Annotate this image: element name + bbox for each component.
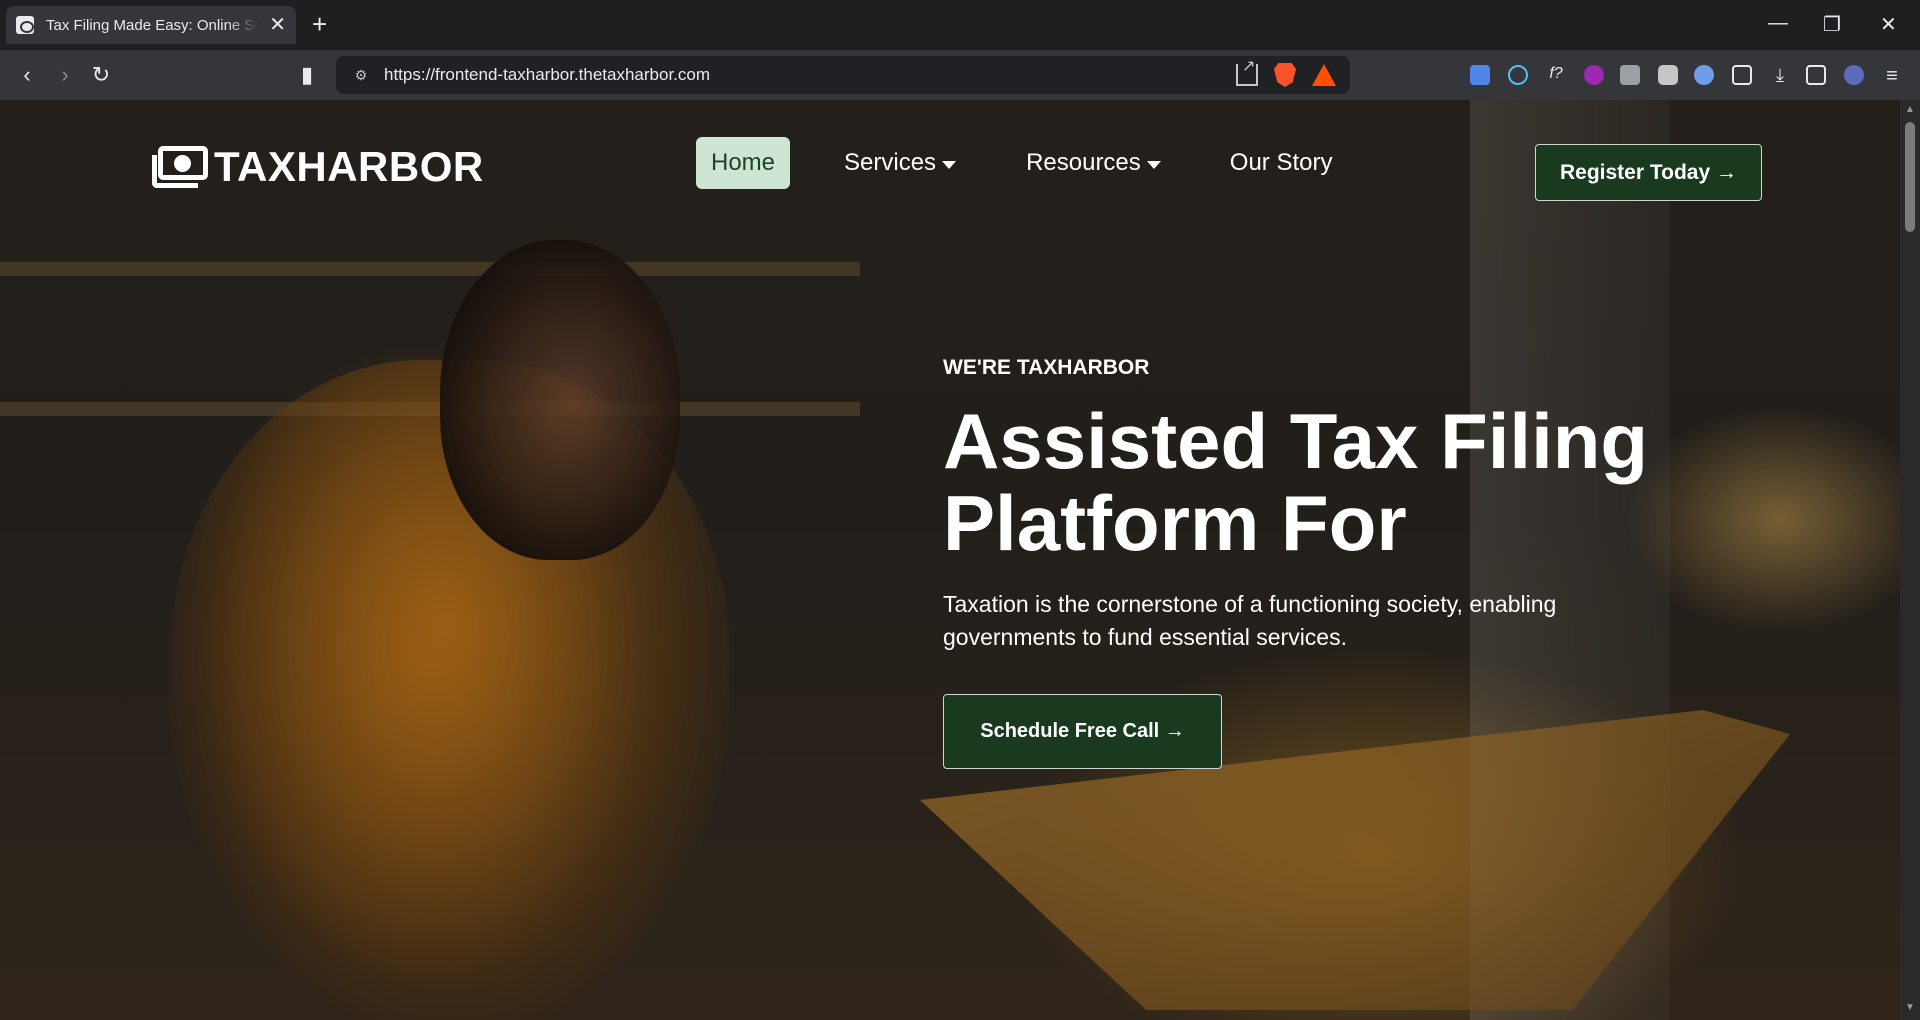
url-text[interactable]: https://frontend-taxharbor.thetaxharbor.… bbox=[384, 65, 710, 85]
hero-headline-line1: Assisted Tax Filing bbox=[943, 397, 1649, 485]
bookmark-icon[interactable]: ▮ bbox=[294, 62, 320, 88]
site-logo[interactable]: TAXHARBOR bbox=[152, 143, 484, 191]
color-picker-extension-icon[interactable] bbox=[1584, 65, 1604, 85]
caret-down-icon bbox=[942, 160, 957, 169]
close-window-button[interactable]: ✕ bbox=[1880, 12, 1897, 37]
money-icon bbox=[152, 146, 208, 188]
browser-tab[interactable]: Tax Filing Made Easy: Online Solutions ✕ bbox=[6, 6, 296, 44]
address-bar[interactable]: ⚙ https://frontend-taxharbor.thetaxharbo… bbox=[336, 56, 1350, 94]
camera-extension-icon[interactable] bbox=[1658, 65, 1678, 85]
font-extension-icon[interactable]: f? bbox=[1546, 65, 1566, 85]
nav-resources[interactable]: Resources bbox=[1026, 137, 1161, 189]
back-arrow-icon[interactable]: ‹ bbox=[14, 62, 40, 88]
site-favicon-icon bbox=[16, 16, 34, 34]
download-icon[interactable]: ⤓ bbox=[1770, 65, 1790, 85]
react-devtools-icon[interactable] bbox=[1508, 65, 1528, 85]
main-nav: Home Services Resources Our Story bbox=[696, 137, 1332, 189]
menu-icon[interactable]: ≡ bbox=[1882, 65, 1902, 87]
hero-eyebrow: WE'RE TAXHARBOR bbox=[943, 356, 1150, 379]
tab-title: Tax Filing Made Easy: Online Solutions bbox=[46, 16, 258, 34]
copy-extension-icon[interactable] bbox=[1620, 65, 1640, 85]
extension-docs-icon[interactable] bbox=[1470, 65, 1490, 85]
minimize-window-button[interactable]: — bbox=[1768, 12, 1788, 35]
nav-services-label: Services bbox=[844, 149, 937, 176]
nav-services[interactable]: Services bbox=[844, 137, 957, 189]
brave-shields-icon[interactable] bbox=[1274, 63, 1296, 87]
browser-tab-bar: Tax Filing Made Easy: Online Solutions ✕… bbox=[0, 0, 1920, 50]
hero-section: TAXHARBOR Home Services Resources Our St… bbox=[0, 100, 1900, 1020]
hero-subtext: Taxation is the cornerstone of a functio… bbox=[943, 591, 1557, 650]
close-tab-icon[interactable]: ✕ bbox=[269, 15, 286, 35]
schedule-free-call-button[interactable]: Schedule Free Call → bbox=[943, 694, 1222, 769]
sidebar-toggle-icon[interactable] bbox=[1806, 65, 1826, 85]
new-tab-button[interactable]: + bbox=[312, 10, 327, 38]
brave-rewards-icon[interactable] bbox=[1312, 64, 1336, 86]
search-extension-icon[interactable] bbox=[1694, 65, 1714, 85]
brand-name: TAXHARBOR bbox=[214, 143, 484, 190]
wallet-icon[interactable] bbox=[1844, 65, 1864, 85]
share-icon[interactable] bbox=[1236, 56, 1258, 86]
forward-arrow-icon[interactable]: › bbox=[52, 62, 78, 88]
hero-headline: Assisted Tax Filing Platform For bbox=[943, 400, 1743, 564]
hero-headline-line2: Platform For bbox=[943, 479, 1407, 567]
reload-icon[interactable]: ↻ bbox=[88, 62, 114, 88]
nav-home[interactable]: Home bbox=[696, 137, 791, 189]
caret-down-icon bbox=[1146, 160, 1161, 169]
scroll-thumb[interactable] bbox=[1905, 122, 1915, 232]
site-settings-icon[interactable]: ⚙ bbox=[346, 67, 376, 84]
nav-our-story[interactable]: Our Story bbox=[1230, 137, 1333, 189]
nav-resources-label: Resources bbox=[1026, 149, 1141, 176]
browser-toolbar: ‹ › ↻ ▮ ⚙ https://frontend-taxharbor.the… bbox=[0, 50, 1920, 100]
maximize-window-button[interactable]: ❐ bbox=[1823, 12, 1841, 37]
scroll-down-icon[interactable]: ▼ bbox=[1905, 1002, 1915, 1013]
scroll-up-icon[interactable]: ▲ bbox=[1905, 104, 1915, 115]
page-scrollbar[interactable]: ▲ ▼ bbox=[1900, 100, 1920, 1020]
extensions-puzzle-icon[interactable] bbox=[1732, 65, 1752, 85]
register-today-button[interactable]: Register Today → bbox=[1535, 144, 1762, 201]
